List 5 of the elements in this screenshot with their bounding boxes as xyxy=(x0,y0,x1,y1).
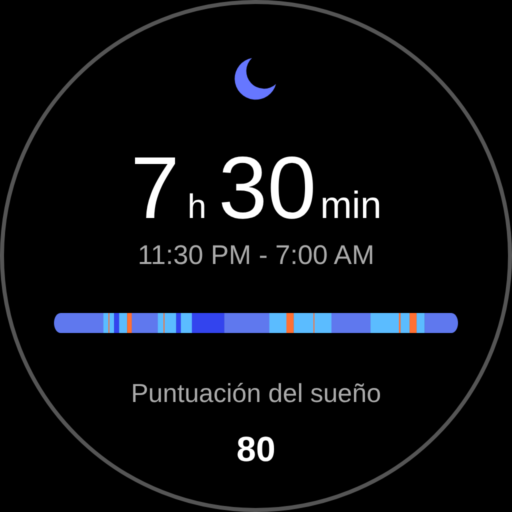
sleep-score-value: 80 xyxy=(236,432,276,467)
moon-icon xyxy=(234,56,278,100)
sleep-time-range: 11:30 PM - 7:00 AM xyxy=(138,242,374,269)
sleep-score-label: Puntuación del sueño xyxy=(130,380,382,406)
sleep-duration: 7 h 30 min xyxy=(130,144,382,232)
